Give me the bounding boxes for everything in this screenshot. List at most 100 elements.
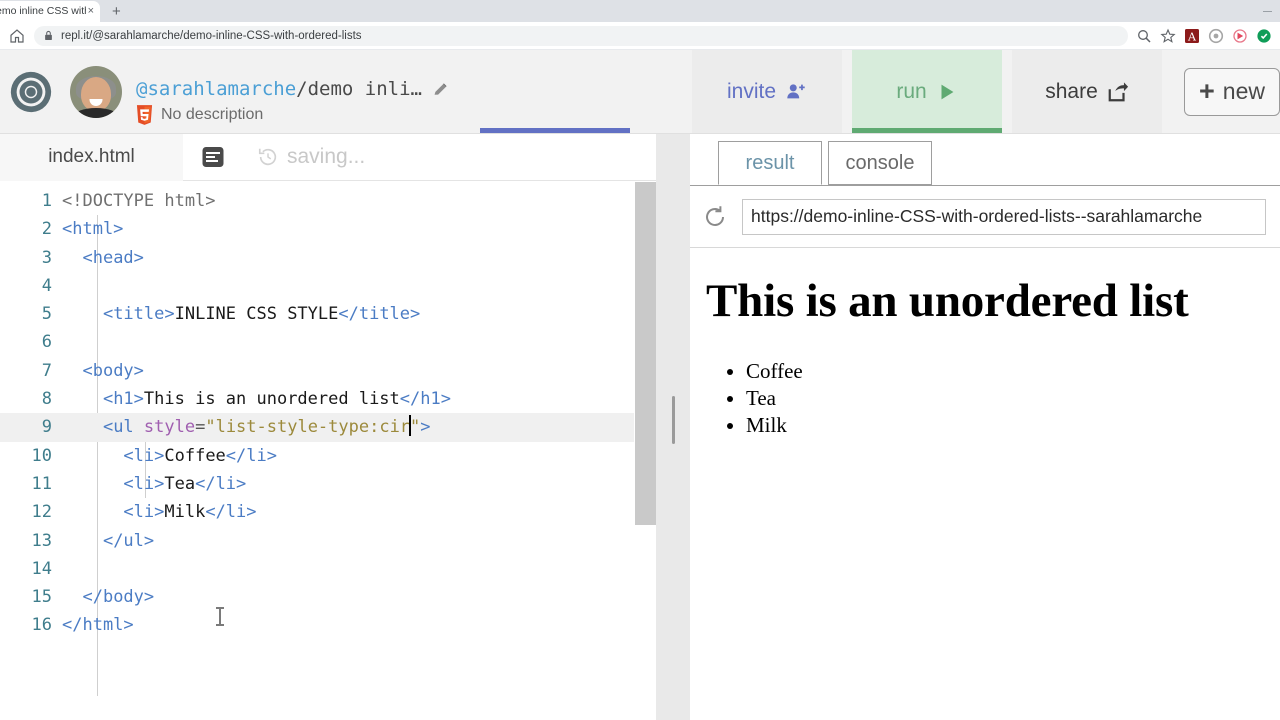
project-meta: @sarahlamarche/demo inli… No description <box>136 70 449 133</box>
editor-pane: index.html saving... 1 <!DOCTYPE html> 2… <box>0 133 656 720</box>
address-bar-url: repl.it/@sarahlamarche/demo-inline-CSS-w… <box>61 29 362 42</box>
code-line[interactable]: 16 </html> <box>0 611 656 639</box>
plus-icon: + <box>1199 76 1215 106</box>
address-bar[interactable]: repl.it/@sarahlamarche/demo-inline-CSS-w… <box>34 25 1128 46</box>
share-icon <box>1108 81 1128 101</box>
list-item: Tea <box>746 385 1280 412</box>
line-number: 5 <box>41 304 52 325</box>
zoom-icon[interactable] <box>1136 28 1152 44</box>
browser-tab[interactable]: emo inline CSS with ord × <box>0 1 100 22</box>
code-line[interactable]: 11 <li>Tea</li> <box>0 470 656 498</box>
pencil-icon[interactable] <box>432 81 449 98</box>
line-number: 15 <box>31 587 52 608</box>
code-token: <html> <box>62 219 124 240</box>
code-token: <head> <box>82 247 144 268</box>
project-path: /demo inli… <box>296 78 422 100</box>
code-token: <h1> <box>102 389 144 410</box>
run-label: run <box>896 79 927 103</box>
project-description: No description <box>161 106 264 123</box>
new-button[interactable]: + new <box>1184 67 1280 116</box>
code-token: <li> <box>123 445 165 466</box>
tab-result[interactable]: result <box>718 141 822 185</box>
project-title[interactable]: @sarahlamarche/demo inli… <box>136 78 422 100</box>
code-line[interactable]: 13 </ul> <box>0 527 656 555</box>
preview-url-input[interactable]: https://demo-inline-CSS-with-ordered-lis… <box>742 198 1266 235</box>
code-line[interactable]: 6 <box>0 328 656 356</box>
line-number: 6 <box>41 332 52 353</box>
project-owner[interactable]: @sarahlamarche <box>136 78 296 100</box>
pane-splitter[interactable] <box>656 134 690 720</box>
preview-url-row: https://demo-inline-CSS-with-ordered-lis… <box>690 186 1280 248</box>
home-icon[interactable] <box>8 27 26 45</box>
invite-accent-bar <box>480 128 630 133</box>
code-token: INLINE CSS STYLE <box>174 304 339 325</box>
code-token: </body> <box>82 587 155 608</box>
new-tab-icon[interactable]: + <box>112 4 121 22</box>
invite-button[interactable]: invite <box>692 50 843 133</box>
code-token: <body> <box>82 360 144 381</box>
header-actions: invite run share + new <box>692 50 1280 133</box>
share-button[interactable]: share <box>1012 50 1163 133</box>
history-revert-icon[interactable] <box>257 146 279 168</box>
window-controls <box>1260 0 1274 22</box>
file-tabbar: index.html saving... <box>0 133 656 181</box>
replit-logo[interactable] <box>8 69 54 115</box>
code-line[interactable]: 2 <html> <box>0 215 656 243</box>
line-number: 10 <box>31 445 52 466</box>
invite-label: invite <box>727 79 777 103</box>
acrobat-icon[interactable]: A <box>1184 28 1200 44</box>
save-status-text: saving... <box>287 145 366 168</box>
code-token: </li> <box>225 445 277 466</box>
code-token: <li> <box>123 502 165 523</box>
list-item: Coffee <box>746 358 1280 385</box>
splitter-handle[interactable] <box>672 396 675 444</box>
code-token: <li> <box>123 473 165 494</box>
code-line[interactable]: 5 <title>INLINE CSS STYLE</title> <box>0 300 656 328</box>
code-line[interactable]: 4 <box>0 272 656 300</box>
new-button-label: new <box>1222 78 1265 104</box>
code-line[interactable]: 3 <head> <box>0 244 656 272</box>
tab-console-label: console <box>845 151 915 174</box>
code-line[interactable]: 7 <body> <box>0 357 656 385</box>
line-number: 2 <box>41 219 52 240</box>
line-number: 16 <box>31 615 52 636</box>
code-line[interactable]: 14 <box>0 555 656 583</box>
line-number: 1 <box>41 191 52 211</box>
avatar[interactable] <box>70 66 122 118</box>
code-token: This is an unordered list <box>143 389 400 410</box>
code-line-active[interactable]: 9 <ul style="list-style-type:cir"> <box>0 413 656 442</box>
code-token: <title> <box>102 304 175 325</box>
preview-tabbar: result console <box>690 134 1280 186</box>
code-editor[interactable]: 1 <!DOCTYPE html> 2 <html> 3 <head> 4 5 … <box>0 181 656 720</box>
line-number: 14 <box>31 558 52 579</box>
browser-toolbar: repl.it/@sarahlamarche/demo-inline-CSS-w… <box>0 22 1280 50</box>
format-align-icon[interactable] <box>201 145 225 169</box>
code-line[interactable]: 15 </body> <box>0 583 656 611</box>
code-token: </li> <box>205 502 257 523</box>
preview-url-value: https://demo-inline-CSS-with-ordered-lis… <box>751 206 1203 226</box>
refresh-icon[interactable] <box>702 204 728 230</box>
line-number: 8 <box>41 389 52 410</box>
run-button[interactable]: run <box>852 50 1003 133</box>
minimize-button[interactable] <box>1260 4 1274 18</box>
code-line[interactable]: 10 <li>Coffee</li> <box>0 442 656 470</box>
code-line[interactable]: 8 <h1>This is an unordered list</h1> <box>0 385 656 413</box>
bookmark-star-icon[interactable] <box>1160 28 1176 44</box>
workspace: index.html saving... 1 <!DOCTYPE html> 2… <box>0 133 1280 720</box>
code-token: </ul> <box>102 530 155 551</box>
code-line[interactable]: 12 <li>Milk</li> <box>0 498 656 526</box>
file-tab-index-html[interactable]: index.html <box>0 133 183 181</box>
tab-console[interactable]: console <box>828 141 932 185</box>
new-button-wrap: + new <box>1162 50 1280 133</box>
close-icon[interactable]: × <box>86 6 96 17</box>
editor-scrollbar[interactable] <box>634 182 656 720</box>
extension-red-icon[interactable] <box>1232 28 1248 44</box>
editor-scrollbar-thumb[interactable] <box>635 182 656 525</box>
browser-tab-strip: emo inline CSS with ord × + <box>0 0 121 22</box>
extension-green-icon[interactable] <box>1256 28 1272 44</box>
line-number: 13 <box>31 530 52 551</box>
code-token: = <box>195 417 206 438</box>
code-token: "list-style-type:cir <box>205 417 411 438</box>
extension-gray-icon[interactable] <box>1208 28 1224 44</box>
code-line[interactable]: 1 <!DOCTYPE html> <box>0 187 656 215</box>
